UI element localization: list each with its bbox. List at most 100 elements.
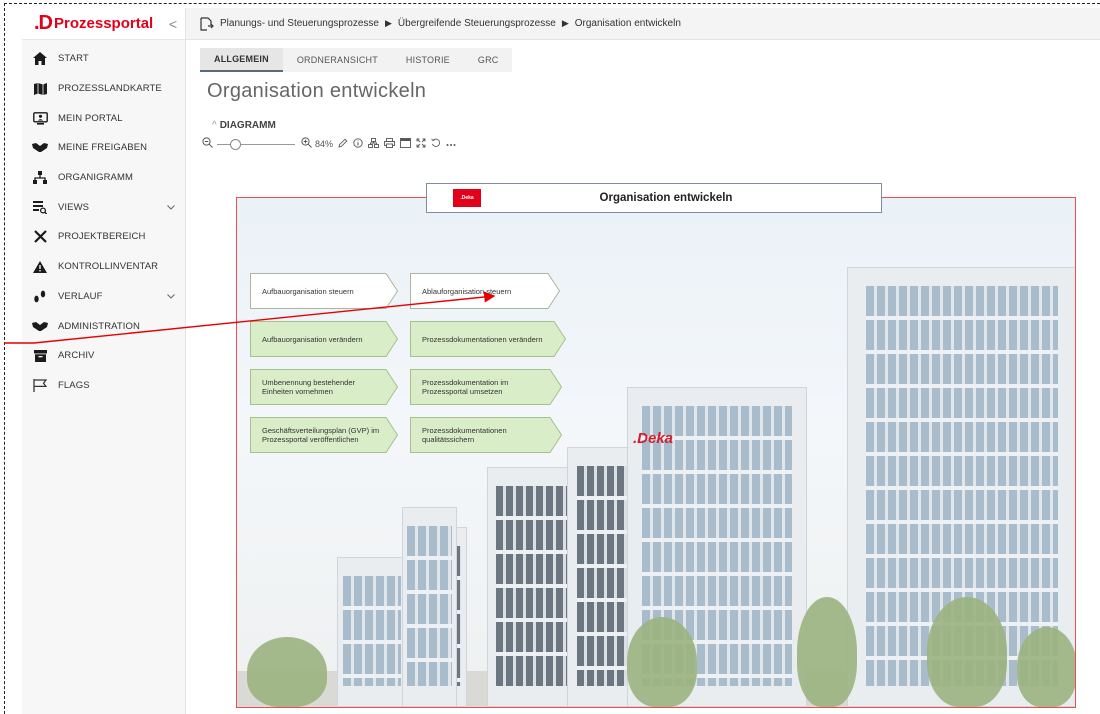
process-step[interactable]: Prozessdokumentationen qualitätssichern <box>410 417 562 453</box>
warning-icon <box>30 260 50 274</box>
diagram-title: Organisation entwickeln <box>599 192 733 204</box>
background-building <box>337 557 407 707</box>
breadcrumb-item[interactable]: Planungs- und Steuerungsprozesse <box>220 18 379 29</box>
tab-grc[interactable]: GRC <box>464 48 513 72</box>
zoom-slider[interactable] <box>217 138 295 150</box>
sidebar-item-label: KONTROLLINVENTAR <box>58 261 159 273</box>
chevron-down-icon[interactable] <box>167 291 175 301</box>
fullscreen-icon[interactable] <box>416 138 426 151</box>
tab-bar: ALLGEMEIN ORDNERANSICHT HISTORIE GRC <box>200 48 513 72</box>
zoom-in-icon[interactable] <box>301 137 312 151</box>
dashed-border-top <box>4 3 1100 4</box>
process-step[interactable]: Ablauforganisation steuern <box>410 273 560 309</box>
diagram-toolbar: 84% <box>202 136 456 152</box>
process-step[interactable]: Geschäftsverteilungsplan (GVP) im Prozes… <box>250 417 398 453</box>
process-step[interactable]: Aufbauorganisation verändern <box>250 321 398 357</box>
sidebar-item-projektbereich[interactable]: PROJEKTBEREICH <box>22 222 185 252</box>
background-building <box>402 507 457 707</box>
home-icon <box>30 52 50 66</box>
views-icon <box>30 200 50 214</box>
sidebar-item-organigramm[interactable]: ORGANIGRAMM <box>22 163 185 193</box>
deka-logo: .Deka <box>453 189 481 207</box>
process-step[interactable]: Umbenennung bestehender Einheiten vorneh… <box>250 369 398 405</box>
sidebar-item-archiv[interactable]: ARCHIV <box>22 341 185 371</box>
tools-icon <box>30 230 50 244</box>
process-step-label: Prozessdokumentation im Prozessportal um… <box>422 378 509 396</box>
process-step[interactable]: Aufbauorganisation steuern <box>250 273 398 309</box>
sidebar-item-meine-freigaben[interactable]: MEINE FREIGABEN <box>22 133 185 163</box>
background-tree <box>797 597 857 707</box>
page-title: Organisation entwickeln <box>207 80 427 102</box>
map-icon <box>30 82 50 96</box>
breadcrumb: Planungs- und Steuerungsprozesse ▶ Überg… <box>186 8 1100 40</box>
breadcrumb-separator: ▶ <box>385 18 392 28</box>
handshake-icon <box>30 319 50 333</box>
sidebar-item-label: ARCHIV <box>58 350 95 362</box>
sidebar-item-label: MEINE FREIGABEN <box>58 142 148 154</box>
process-step-label: Aufbauorganisation steuern <box>262 286 354 296</box>
background-tree <box>247 637 327 707</box>
background-tree <box>1017 627 1075 707</box>
chevron-up-icon: ^ <box>212 120 217 131</box>
process-step[interactable]: Prozessdokumentationen verändern <box>410 321 566 357</box>
sidebar-item-flags[interactable]: FLAGS <box>22 371 185 401</box>
dashed-border-left <box>4 3 5 714</box>
process-step-label: Prozessdokumentationen verändern <box>422 334 543 344</box>
process-document-icon <box>200 16 214 31</box>
sidebar: .D Prozessportal < START PROZESSLANDKART… <box>22 8 186 714</box>
reset-icon[interactable] <box>431 138 441 151</box>
tab-allgemein[interactable]: ALLGEMEIN <box>200 48 283 72</box>
chevron-down-icon[interactable] <box>167 202 175 212</box>
sidebar-item-label: ADMINISTRATION <box>58 320 140 332</box>
zoom-slider-track <box>217 144 295 145</box>
tab-ordneransicht[interactable]: ORDNERANSICHT <box>283 48 392 72</box>
background-tree <box>627 617 697 707</box>
brand-logo[interactable]: .D Prozessportal < <box>22 8 185 40</box>
sidebar-item-label: MEIN PORTAL <box>58 112 123 124</box>
process-step-label: Aufbauorganisation verändern <box>262 334 363 344</box>
sidebar-item-label: VERLAUF <box>58 290 103 302</box>
section-label: DIAGRAMM <box>219 120 276 131</box>
brand-mark: .D <box>34 12 53 34</box>
deka-logo-text: .Deka <box>460 195 474 201</box>
portal-icon <box>30 111 50 125</box>
footsteps-icon <box>30 289 50 303</box>
window-icon[interactable] <box>400 137 411 151</box>
edit-icon[interactable] <box>338 138 348 151</box>
archive-icon <box>30 349 50 363</box>
sidebar-item-label: FLAGS <box>58 379 90 391</box>
sidebar-item-label: ORGANIGRAMM <box>58 172 133 184</box>
zoom-out-icon[interactable] <box>202 137 213 151</box>
sidebar-item-start[interactable]: START <box>22 44 185 74</box>
diagram-section-toggle[interactable]: ^ DIAGRAMM <box>212 120 276 131</box>
sidebar-collapse-button[interactable]: < <box>169 16 177 32</box>
handshake-icon <box>30 141 50 155</box>
sidebar-item-views[interactable]: VIEWS <box>22 192 185 222</box>
process-step-label: Umbenennung bestehender Einheiten vorneh… <box>262 378 355 396</box>
sidebar-item-mein-portal[interactable]: MEIN PORTAL <box>22 103 185 133</box>
zoom-slider-thumb[interactable] <box>230 139 242 150</box>
process-step-label: Ablauforganisation steuern <box>422 286 512 296</box>
sidebar-item-prozesslandkarte[interactable]: PROZESSLANDKARTE <box>22 74 185 104</box>
breadcrumb-separator: ▶ <box>561 18 569 28</box>
process-step-label: Geschäftsverteilungsplan (GVP) im Prozes… <box>262 426 380 444</box>
print-icon[interactable] <box>384 137 395 151</box>
process-step[interactable]: Prozessdokumentation im Prozessportal um… <box>410 369 562 405</box>
sidebar-item-kontrollinventar[interactable]: KONTROLLINVENTAR <box>22 252 185 282</box>
zoom-value: 84% <box>315 139 334 149</box>
hierarchy-icon[interactable] <box>368 137 379 151</box>
breadcrumb-item[interactable]: Übergreifende Steuerungsprozesse <box>398 18 556 29</box>
brand-name: Prozessportal <box>54 15 154 32</box>
sidebar-item-label: VIEWS <box>58 201 90 213</box>
info-icon[interactable] <box>353 137 363 151</box>
sidebar-item-verlauf[interactable]: VERLAUF <box>22 282 185 312</box>
org-chart-icon <box>30 171 50 185</box>
process-step-label: Prozessdokumentationen qualitätssichern <box>422 426 507 444</box>
more-icon[interactable] <box>446 139 456 150</box>
background-tree <box>927 597 1007 707</box>
tab-historie[interactable]: HISTORIE <box>392 48 464 72</box>
breadcrumb-item-current[interactable]: Organisation entwickeln <box>575 18 681 29</box>
sidebar-item-label: START <box>58 53 89 65</box>
diagram-header: .Deka Organisation entwickeln <box>426 183 882 213</box>
sidebar-item-administration[interactable]: ADMINISTRATION <box>22 311 185 341</box>
